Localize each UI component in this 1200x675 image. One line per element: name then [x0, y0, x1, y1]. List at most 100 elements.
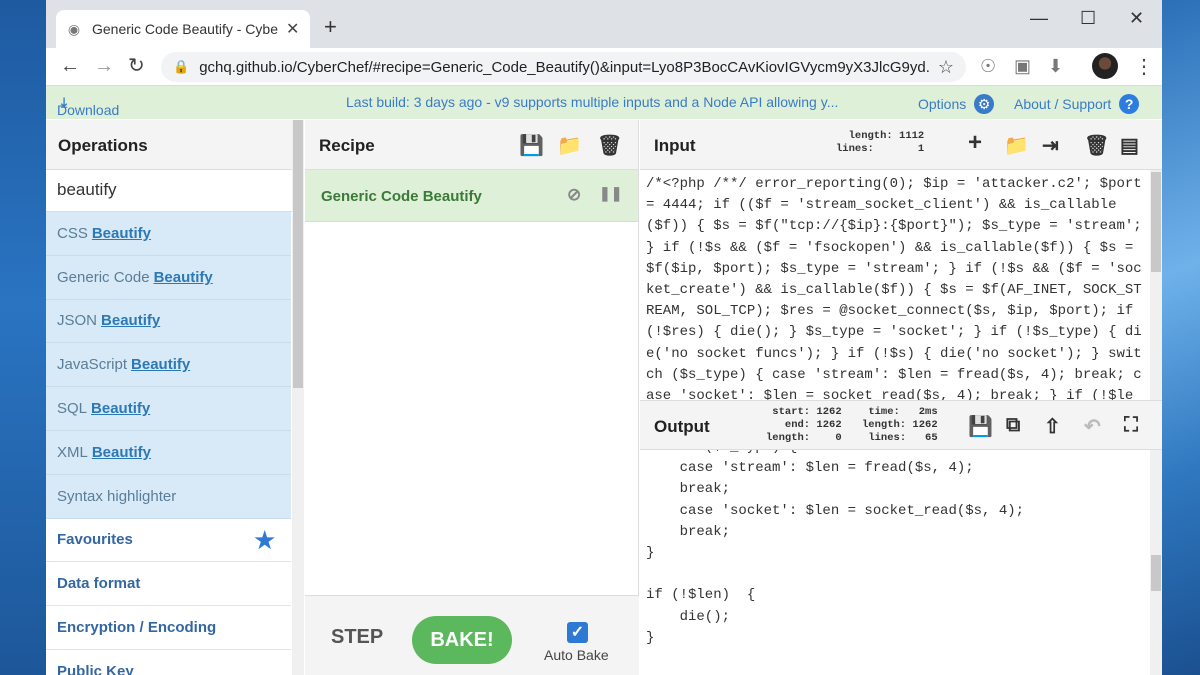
operation-result-item[interactable]: JSON Beautify — [46, 299, 291, 344]
operation-result-item[interactable]: JavaScript Beautify — [46, 343, 291, 388]
operation-category-item[interactable]: Public Key — [46, 649, 291, 675]
maximize-output-icon[interactable]: ⛶ — [1124, 414, 1138, 437]
operations-scrollbar-thumb[interactable] — [293, 120, 303, 388]
operation-category-item[interactable]: Data format — [46, 562, 291, 607]
reset-layout-icon[interactable]: ▤ — [1120, 133, 1139, 158]
operation-result-match: Beautify — [153, 268, 213, 286]
operation-result-name: XML — [57, 443, 88, 461]
output-scrollbar[interactable] — [1150, 450, 1162, 675]
operation-result-item[interactable]: SQL Beautify — [46, 387, 291, 431]
browser-tab[interactable]: ◉ Generic Code Beautify - CyberChef ✕ — [56, 10, 310, 48]
operation-result-name: JavaScript — [57, 356, 128, 374]
operations-search-input[interactable]: beautify — [46, 170, 303, 212]
recipe-operation-item[interactable]: Generic Code Beautify ⊘ ❚❚ — [305, 170, 638, 222]
output-line: case 'socket': $len = socket_read($s, 4)… — [646, 502, 1025, 519]
about-support-link[interactable]: About / Support ? — [1014, 94, 1140, 114]
output-line: if (!$len) { — [646, 587, 756, 604]
breakpoint-pause-icon[interactable]: ❚❚ — [599, 185, 622, 202]
input-scrollbar[interactable] — [1150, 170, 1162, 400]
desktop-background-right — [1162, 0, 1200, 675]
load-recipe-folder-icon[interactable]: 📁 — [557, 133, 582, 158]
add-input-tab-icon[interactable]: + — [968, 129, 982, 157]
operation-result-item[interactable]: Generic Code Beautify — [46, 255, 291, 300]
operation-result-match: Beautify — [91, 443, 152, 461]
operation-result-match: Beautify — [131, 356, 191, 374]
input-stats: length: 1112 lines: 1 — [836, 130, 925, 155]
operation-category-label: Encryption / Encoding — [57, 619, 217, 637]
maximize-button[interactable]: ☐ — [1080, 8, 1096, 29]
bookmark-star-icon[interactable]: ☆ — [938, 57, 954, 78]
back-arrow-icon[interactable]: ← — [60, 55, 80, 77]
cyberchef-app: Operations beautify CSS Beautify Generic C… — [46, 120, 1162, 675]
minimize-button[interactable]: — — [1030, 8, 1048, 29]
operation-result-item[interactable]: Syntax highlighter — [46, 474, 291, 519]
omnibox[interactable]: 🔒 gchq.github.io/CyberChef/#recipe=Gener… — [161, 52, 966, 82]
output-title: Output — [654, 417, 710, 436]
operations-results-list: CSS Beautify Generic Code Beautify JSON Beaut… — [46, 212, 303, 519]
last-build-notice[interactable]: Last build: 3 days ago - v9 supports mul… — [346, 94, 838, 110]
operations-scrollbar[interactable] — [292, 120, 304, 675]
globe-extension-icon[interactable]: ☉ — [980, 56, 996, 77]
operations-title: Operations — [46, 120, 303, 170]
operation-result-name: SQL — [57, 400, 88, 418]
output-textarea[interactable]: switch ($s_type) { case 'stream': $len =… — [640, 450, 1150, 675]
close-window-button[interactable]: ✕ — [1129, 8, 1144, 29]
operation-result-name: JSON — [57, 312, 98, 330]
favourites-star-icon: ★ — [254, 526, 275, 553]
download-cyberchef-link[interactable]: Download CyberChef ⤓ — [57, 94, 124, 134]
save-output-icon[interactable]: 💾 — [968, 414, 993, 439]
lock-icon[interactable]: 🔒 — [173, 59, 189, 75]
auto-bake-checkbox[interactable]: ✓ — [567, 622, 588, 643]
operation-result-name: Syntax highlighter — [57, 487, 177, 505]
options-link[interactable]: Options ⚙ — [918, 94, 995, 114]
operation-category-item[interactable]: Encryption / Encoding — [46, 606, 291, 650]
step-button[interactable]: STEP — [331, 626, 383, 649]
operation-result-name: CSS — [57, 224, 88, 242]
output-scrollbar-thumb[interactable] — [1151, 555, 1161, 591]
download-extension-icon[interactable]: ⬇ — [1048, 56, 1063, 77]
recipe-operation-name: Generic Code Beautify — [321, 188, 482, 205]
replace-input-icon[interactable]: ⇧ — [1044, 414, 1061, 439]
io-panel: Input length: 1112 lines: 1 + 📁 ⇥ 🗑 ▤ /*… — [640, 120, 1162, 675]
browser-menu-icon[interactable]: ⋮ — [1134, 54, 1154, 79]
input-textarea[interactable]: /*<?php /**/ error_reporting(0); $ip = '… — [640, 174, 1150, 400]
operation-category-label: Favourites — [57, 531, 133, 549]
reload-icon[interactable]: ↻ — [128, 55, 145, 77]
about-support-label: About / Support — [1014, 96, 1112, 112]
operation-result-match: Beautify — [91, 400, 151, 418]
operation-result-name: Generic Code — [57, 268, 150, 286]
tab-close-icon[interactable]: ✕ — [286, 19, 299, 39]
tab-title: Generic Code Beautify - CyberChef — [92, 21, 278, 37]
bake-button[interactable]: BAKE! — [412, 616, 512, 664]
disable-operation-icon[interactable]: ⊘ — [567, 185, 581, 205]
forward-arrow-icon[interactable]: → — [94, 55, 114, 77]
output-selection-stats: start: 1262 end: 1262 length: 0 — [766, 406, 842, 444]
open-folder-icon[interactable]: 📁 — [1004, 133, 1029, 158]
clear-input-trash-icon[interactable]: 🗑 — [1084, 133, 1109, 158]
output-line: break; — [646, 481, 731, 498]
url-text[interactable]: gchq.github.io/CyberChef/#recipe=Generic… — [199, 59, 929, 76]
output-line: } — [646, 629, 655, 646]
open-file-icon[interactable]: ⇥ — [1042, 133, 1059, 158]
operations-panel: Operations beautify CSS Beautify Generic C… — [46, 120, 304, 675]
copy-output-icon[interactable]: ⧉ — [1006, 414, 1020, 437]
camera-extension-icon[interactable]: ▣ — [1014, 56, 1031, 77]
operation-result-item[interactable]: XML Beautify — [46, 430, 291, 475]
output-line: die(); — [646, 608, 731, 625]
recipe-panel: Recipe 💾 📁 🗑 Generic Code Beautify ⊘ ❚❚ … — [305, 120, 639, 675]
input-scrollbar-thumb[interactable] — [1151, 172, 1161, 272]
operation-category-item[interactable]: Favourites ★ — [46, 518, 291, 563]
output-line: } — [646, 544, 655, 561]
operations-categories-list: Favourites ★ Data format Encryption / Encod… — [46, 518, 303, 675]
operation-result-item[interactable]: CSS Beautify — [46, 212, 291, 256]
save-recipe-icon[interactable]: 💾 — [519, 133, 544, 158]
profile-avatar[interactable] — [1092, 53, 1118, 79]
gear-icon: ⚙ — [974, 94, 995, 114]
new-tab-button[interactable]: + — [324, 16, 337, 38]
recipe-title: Recipe — [319, 136, 375, 155]
clear-recipe-trash-icon[interactable]: 🗑 — [597, 133, 622, 158]
address-bar: ← → ↻ 🔒 gchq.github.io/CyberChef/#recipe… — [46, 48, 1162, 86]
undo-icon[interactable]: ↶ — [1084, 414, 1101, 439]
help-icon: ? — [1119, 94, 1140, 114]
